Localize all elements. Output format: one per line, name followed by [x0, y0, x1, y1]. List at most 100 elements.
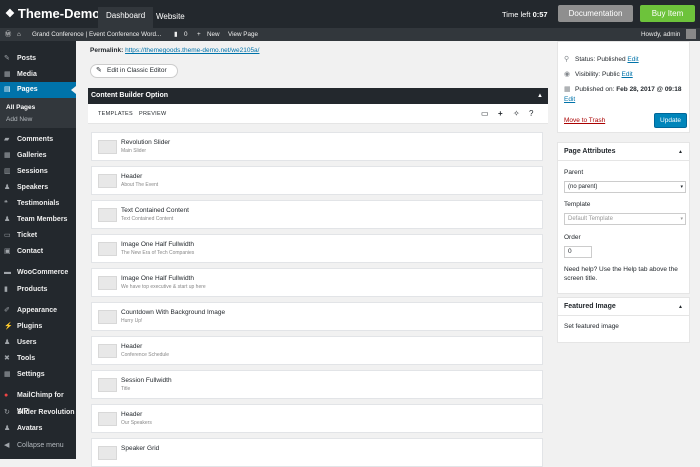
- brush-icon: ✐: [4, 307, 10, 314]
- move-to-trash-link[interactable]: Move to Trash: [564, 117, 605, 124]
- order-label: Order: [564, 234, 581, 241]
- sidebar-item-label: Team Members: [17, 216, 68, 223]
- featured-image-box: Featured Image ▲ Set featured image: [557, 297, 690, 343]
- edit-classic-editor-button[interactable]: ✎ Edit in Classic Editor: [90, 64, 178, 78]
- builder-block[interactable]: Header About The Event: [91, 166, 543, 195]
- builder-block[interactable]: Image One Half Fullwidth We have top exec…: [91, 268, 543, 297]
- help-icon[interactable]: ?: [529, 109, 533, 118]
- permalink-url[interactable]: https://themegoods.theme-demo.net/we2105…: [125, 47, 259, 54]
- update-button[interactable]: Update: [654, 113, 687, 128]
- builder-block[interactable]: Header Our Speakers: [91, 404, 543, 433]
- sidebar-item-comments[interactable]: ▰ Comments: [0, 132, 76, 148]
- sidebar-item-media[interactable]: ▦ Media: [0, 67, 76, 83]
- publish-box: ⚲ Status: Published Edit ◉ Visibility: P…: [557, 41, 690, 133]
- avatar[interactable]: [686, 29, 696, 39]
- block-title: Header: [121, 173, 143, 180]
- builder-block[interactable]: Text Contained Content Text Contained Con…: [91, 200, 543, 229]
- sidebar-item-users[interactable]: ♟ Users: [0, 335, 76, 351]
- template-select[interactable]: Default Template ▾: [564, 213, 686, 225]
- sidebar-item-label: Galleries: [17, 152, 47, 159]
- sidebar-item-slider-revolution[interactable]: ↻ Slider Revolution: [0, 405, 76, 421]
- collapse-arrow-icon[interactable]: ▲: [678, 143, 683, 161]
- collapse-menu[interactable]: ◀ Collapse menu: [0, 438, 76, 454]
- new-link[interactable]: New: [207, 28, 220, 41]
- builder-block[interactable]: Revolution Slider Main Slider: [91, 132, 543, 161]
- monitor-icon[interactable]: ▭: [481, 109, 489, 118]
- add-icon[interactable]: +: [498, 109, 503, 118]
- status-row: Status: Published Edit: [575, 56, 639, 63]
- wordpress-icon[interactable]: Ⓦ: [5, 28, 11, 41]
- sidebar-item-posts[interactable]: ✎ Posts: [0, 51, 76, 67]
- set-featured-image-link[interactable]: Set featured image: [564, 323, 619, 330]
- sidebar-item-label: Ticket: [17, 232, 38, 239]
- template-select-value: Default Template: [568, 216, 613, 222]
- sidebar-item-woocommerce[interactable]: ▬ WooCommerce: [0, 265, 76, 281]
- bulb-icon[interactable]: ✧: [513, 109, 520, 118]
- collapse-arrow-icon[interactable]: ▲: [537, 88, 543, 104]
- visibility-edit-link[interactable]: Edit: [622, 71, 633, 78]
- visibility-value: Public: [601, 71, 620, 78]
- content-builder-toolbar: TEMPLATES PREVIEW ▭ + ✧ ?: [88, 104, 548, 124]
- submenu-all-pages[interactable]: All Pages: [6, 104, 35, 111]
- sidebar-item-testimonials[interactable]: ❝ Testimonials: [0, 196, 76, 212]
- builder-block[interactable]: Header Conference Schedule: [91, 336, 543, 365]
- nav-website[interactable]: Website: [148, 8, 193, 28]
- team-icon: ♟: [4, 216, 11, 223]
- sidebar-item-tools[interactable]: ✖ Tools: [0, 351, 76, 367]
- block-title: Text Contained Content: [121, 207, 189, 214]
- builder-block[interactable]: Image One Half Fullwidth The New Era of T…: [91, 234, 543, 263]
- sidebar-item-label: Collapse menu: [17, 442, 64, 449]
- sidebar-item-ticket[interactable]: ▭ Ticket: [0, 228, 76, 244]
- sidebar-item-galleries[interactable]: ▦ Galleries: [0, 148, 76, 164]
- sidebar-item-appearance[interactable]: ✐ Appearance: [0, 303, 76, 319]
- howdy-admin[interactable]: Howdy, admin: [641, 28, 680, 41]
- builder-block[interactable]: Session Fullwidth Title: [91, 370, 543, 399]
- nav-dashboard[interactable]: Dashboard: [98, 7, 154, 28]
- block-subtitle: Text Contained Content: [121, 216, 174, 222]
- submenu-add-new[interactable]: Add New: [6, 116, 32, 123]
- pin-icon: ⚲: [564, 56, 570, 63]
- brand[interactable]: ❖ Theme-Demo: [5, 6, 100, 21]
- sidebar-item-contact[interactable]: ▣ Contact: [0, 244, 76, 260]
- sidebar-item-pages[interactable]: ▤ Pages: [0, 82, 76, 98]
- featured-image-header[interactable]: Featured Image ▲: [558, 298, 689, 316]
- buy-item-button[interactable]: Buy Item: [640, 5, 695, 22]
- sidebar-item-sessions[interactable]: ▥ Sessions: [0, 164, 76, 180]
- documentation-button[interactable]: Documentation: [558, 5, 633, 22]
- site-name-link[interactable]: Grand Conference | Event Conference Word…: [32, 28, 161, 41]
- plus-icon: +: [197, 31, 201, 38]
- view-page-link[interactable]: View Page: [228, 28, 258, 41]
- block-thumbnail: [98, 208, 117, 222]
- sidebar-item-team-members[interactable]: ♟ Team Members: [0, 212, 76, 228]
- collapse-arrow-icon[interactable]: ▲: [678, 298, 683, 316]
- sidebar-item-plugins[interactable]: ⚡ Plugins: [0, 319, 76, 335]
- block-thumbnail: [98, 140, 117, 154]
- sidebar-item-mailchimp[interactable]: ● MailChimp for WP: [0, 388, 76, 415]
- tab-preview[interactable]: PREVIEW: [139, 111, 166, 117]
- ticket-icon: ▭: [4, 232, 11, 239]
- page-attributes-header[interactable]: Page Attributes ▲: [558, 143, 689, 161]
- published-label: Published on:: [575, 86, 615, 93]
- parent-select[interactable]: (no parent) ▾: [564, 181, 686, 193]
- block-thumbnail: [98, 378, 117, 392]
- chevron-down-icon: ▾: [680, 216, 683, 222]
- sidebar-item-settings[interactable]: ▦ Settings: [0, 367, 76, 383]
- visibility-label: Visibility:: [575, 71, 601, 78]
- sidebar-item-label: Slider Revolution: [17, 409, 75, 416]
- tab-templates[interactable]: TEMPLATES: [98, 111, 133, 117]
- builder-block[interactable]: Countdown With Background Image Hurry Up!: [91, 302, 543, 331]
- comment-icon: ▮: [174, 31, 178, 38]
- sidebar-item-products[interactable]: ▮ Products: [0, 282, 76, 298]
- sidebar-item-speakers[interactable]: ♟ Speakers: [0, 180, 76, 196]
- status-edit-link[interactable]: Edit: [627, 56, 638, 63]
- comments-count[interactable]: 0: [184, 28, 188, 41]
- order-input[interactable]: 0: [564, 246, 592, 258]
- gallery-icon: ▦: [4, 152, 11, 159]
- admin-sidebar: ✎ Posts ▦ Media ▤ Pages All Pages Add New ▰…: [0, 41, 76, 459]
- plugin-icon: ⚡: [4, 323, 13, 330]
- builder-block[interactable]: Speaker Grid: [91, 438, 543, 467]
- block-title: Speaker Grid: [121, 445, 160, 452]
- published-edit-link[interactable]: Edit: [564, 96, 575, 103]
- sidebar-item-avatars[interactable]: ♟ Avatars: [0, 421, 76, 437]
- content-builder-header[interactable]: Content Builder Option ▲: [88, 88, 548, 104]
